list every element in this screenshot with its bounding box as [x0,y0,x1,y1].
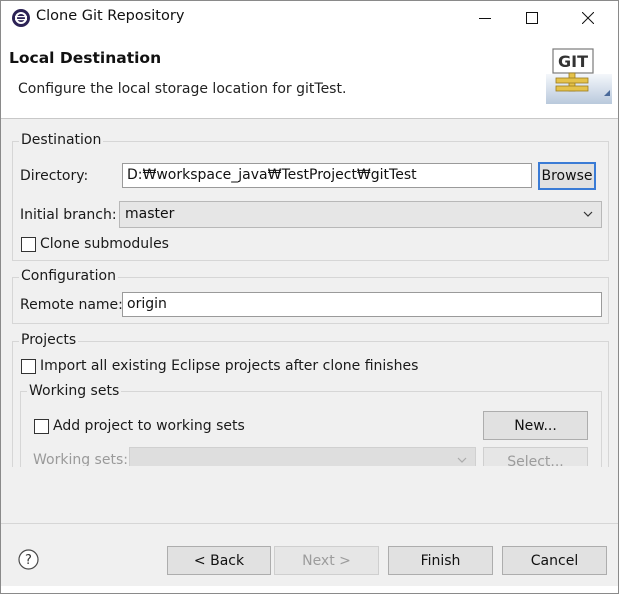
minimize-icon [479,17,491,19]
initial-branch-select[interactable]: master [119,201,602,228]
back-button[interactable]: < Back [167,546,271,575]
chevron-down-icon [457,457,467,463]
page-description: Configure the local storage location for… [18,81,347,97]
next-button[interactable]: Next > [274,546,379,575]
bottom-strip [1,586,618,593]
git-logo-text: GIT [558,52,588,71]
maximize-button[interactable] [509,1,555,34]
maximize-icon [526,11,538,24]
working-sets-group-title: Working sets [27,383,122,399]
help-icon[interactable]: ? [18,549,39,570]
add-to-working-sets-checkbox[interactable] [34,419,49,434]
import-projects-checkbox[interactable] [21,359,36,374]
footer-divider [1,523,618,524]
clone-git-repository-dialog: Clone Git Repository Local Destination C… [0,0,619,594]
cancel-button[interactable]: Cancel [502,546,607,575]
destination-group-title: Destination [19,132,104,148]
close-icon [582,11,594,24]
add-to-working-sets-label[interactable]: Add project to working sets [53,418,245,434]
initial-branch-value: master [125,206,175,222]
configuration-group-title: Configuration [19,268,118,284]
remote-name-input[interactable]: origin [122,292,602,317]
svg-text:?: ? [25,553,32,568]
new-working-set-button[interactable]: New... [483,411,588,440]
finish-button[interactable]: Finish [388,546,493,575]
minimize-button[interactable] [462,1,508,34]
git-logo: GIT [546,46,612,104]
page-title: Local Destination [9,49,162,67]
clone-submodules-checkbox[interactable] [21,237,36,252]
import-projects-label[interactable]: Import all existing Eclipse projects aft… [40,358,418,374]
directory-label: Directory: [20,168,89,184]
initial-branch-label: Initial branch: [20,207,117,223]
working-sets-label: Working sets: [33,452,128,466]
clone-submodules-label[interactable]: Clone submodules [40,236,169,252]
wizard-banner: Local Destination Configure the local st… [1,34,618,119]
window-title: Clone Git Repository [36,8,185,24]
working-sets-row: Working sets: Select... [21,445,601,466]
remote-name-label: Remote name: [20,297,123,313]
select-working-sets-button[interactable]: Select... [483,447,588,466]
close-button[interactable] [565,1,611,34]
projects-group-title: Projects [19,332,79,348]
browse-button[interactable]: Browse [538,162,596,190]
eclipse-icon [11,8,31,28]
title-bar[interactable]: Clone Git Repository [1,1,618,34]
working-sets-select[interactable] [129,447,476,466]
chevron-down-icon [583,211,593,217]
directory-input[interactable]: D:₩workspace_java₩TestProject₩gitTest [122,163,532,188]
